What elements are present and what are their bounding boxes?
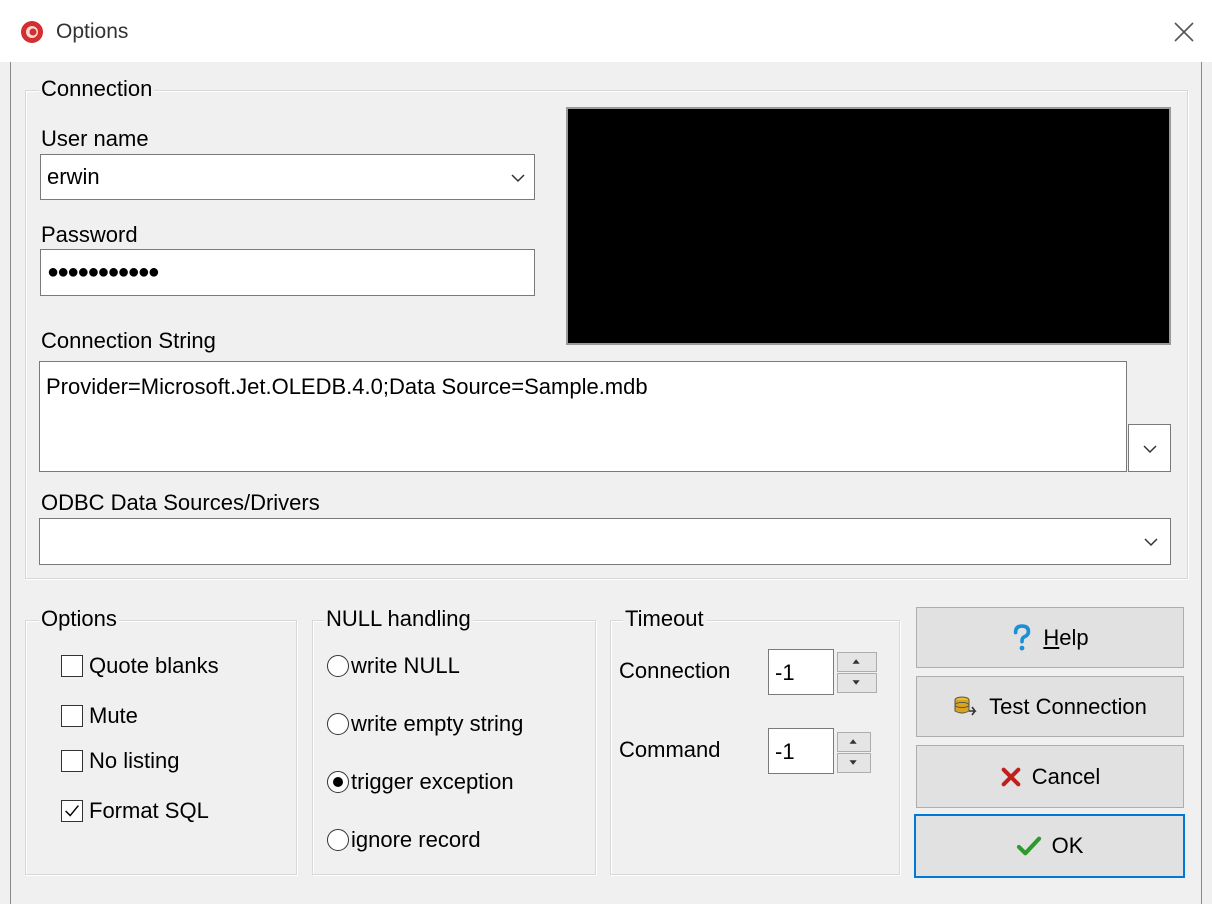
timeout-connection-label: Connection	[619, 658, 731, 683]
checkbox-label: Mute	[89, 703, 138, 728]
password-field[interactable]: ●●●●●●●●●●●	[40, 249, 535, 296]
radio-label: write NULL	[351, 653, 460, 678]
odbc-label: ODBC Data Sources/Drivers	[41, 490, 320, 515]
connstring-value: Provider=Microsoft.Jet.OLEDB.4.0;Data So…	[46, 374, 648, 399]
timeout-connection-spin-down[interactable]	[837, 673, 877, 693]
test-connection-button[interactable]: Test Connection	[916, 676, 1184, 737]
preview-panel	[566, 107, 1171, 345]
timeout-legend: Timeout	[623, 606, 706, 632]
checkbox-label: Quote blanks	[89, 653, 219, 678]
title-bar	[0, 0, 1212, 62]
checkbox-label: No listing	[89, 748, 180, 773]
cancel-button[interactable]: Cancel	[916, 745, 1184, 808]
chevron-down-icon	[1143, 445, 1157, 454]
timeout-command-input[interactable]: -1	[768, 728, 834, 774]
username-label: User name	[41, 126, 149, 151]
checkbox-box[interactable]	[61, 800, 83, 822]
checkbox-box[interactable]	[61, 750, 83, 772]
checkmark-icon	[1016, 836, 1041, 856]
radio-write-empty-string[interactable]: write empty string	[327, 709, 587, 739]
checkbox-box[interactable]	[61, 655, 83, 677]
timeout-connection-input[interactable]: -1	[768, 649, 834, 695]
spin-down-icon	[849, 760, 857, 765]
ok-button[interactable]: OK	[914, 814, 1185, 878]
spin-up-icon	[852, 659, 860, 664]
cancel-label: Cancel	[1031, 763, 1101, 789]
checkbox-label: Format SQL	[89, 798, 209, 823]
cross-icon	[1001, 767, 1021, 786]
close-icon[interactable]	[1168, 16, 1200, 48]
checkbox-format-sql[interactable]: Format SQL	[61, 796, 261, 826]
database-icon	[954, 696, 977, 715]
help-icon	[1014, 623, 1031, 650]
timeout-command-label: Command	[619, 737, 721, 762]
timeout-command-spin-down[interactable]	[837, 753, 871, 773]
test-connection-label: Test Connection	[989, 693, 1147, 719]
window-title: Options	[56, 20, 129, 43]
checkbox-no-listing[interactable]: No listing	[61, 746, 261, 776]
radio-label: ignore record	[351, 827, 481, 852]
radio-label: trigger exception	[351, 769, 514, 794]
checkbox-quote-blanks[interactable]: Quote blanks	[61, 651, 261, 681]
connection-legend: Connection	[39, 76, 155, 102]
help-button[interactable]: Help	[916, 607, 1184, 668]
checkbox-box[interactable]	[61, 705, 83, 727]
radio-label: write empty string	[351, 711, 524, 736]
ok-label: OK	[1051, 833, 1084, 858]
username-combobox[interactable]: erwin	[40, 154, 535, 200]
radio-ignore-record[interactable]: ignore record	[327, 825, 587, 855]
spin-down-icon	[852, 680, 860, 685]
username-value: erwin	[47, 164, 100, 189]
radio-circle[interactable]	[327, 713, 349, 735]
radio-circle[interactable]	[327, 829, 349, 851]
chevron-down-icon[interactable]	[1140, 531, 1162, 553]
connstring-label: Connection String	[41, 328, 216, 353]
password-label: Password	[41, 222, 138, 247]
timeout-command-value: -1	[775, 739, 795, 764]
timeout-connection-value: -1	[775, 660, 795, 685]
timeout-command-spin-up[interactable]	[837, 732, 871, 752]
radio-trigger-exception[interactable]: trigger exception	[327, 767, 587, 797]
spin-up-icon	[849, 739, 857, 744]
radio-selected-dot	[333, 777, 343, 787]
app-icon	[21, 21, 43, 43]
radio-circle[interactable]	[327, 655, 349, 677]
radio-write-null[interactable]: write NULL	[327, 651, 587, 681]
checkmark-icon	[65, 805, 79, 817]
chevron-down-icon[interactable]	[507, 167, 529, 189]
null-handling-legend: NULL handling	[324, 606, 473, 632]
checkbox-mute[interactable]: Mute	[61, 701, 261, 731]
connstring-dropdown-button[interactable]	[1128, 424, 1171, 472]
timeout-connection-spin-up[interactable]	[837, 652, 877, 672]
options-legend: Options	[39, 606, 119, 632]
radio-circle[interactable]	[327, 771, 349, 793]
connstring-textarea[interactable]: Provider=Microsoft.Jet.OLEDB.4.0;Data So…	[39, 361, 1127, 472]
help-label: Help	[1043, 624, 1089, 650]
odbc-combobox[interactable]	[39, 518, 1171, 565]
password-value: ●●●●●●●●●●●	[47, 261, 160, 283]
